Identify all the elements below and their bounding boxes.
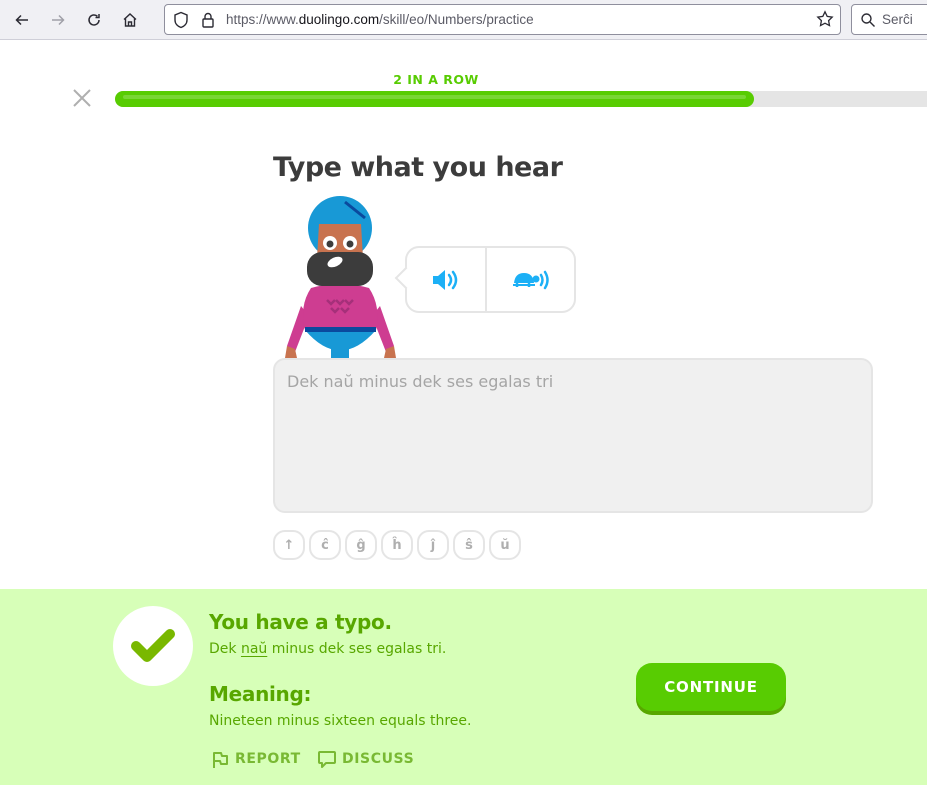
meaning-label: Meaning:	[209, 682, 312, 706]
audio-bubble	[394, 246, 576, 313]
turtle-icon	[512, 270, 549, 289]
play-audio-button[interactable]	[407, 248, 485, 311]
challenge-title: Type what you hear	[273, 152, 563, 183]
url-bar[interactable]: https://www.duolingo.com/skill/eo/Number…	[164, 4, 841, 35]
browser-toolbar: https://www.duolingo.com/skill/eo/Number…	[0, 0, 927, 40]
typo-highlight: naŭ	[240, 641, 268, 657]
key-g-circumflex[interactable]: ĝ	[345, 530, 377, 560]
search-bar[interactable]: Serĉi	[851, 4, 927, 35]
feedback-panel: You have a typo. Dek naŭ minus dek ses e…	[0, 589, 927, 785]
url-text[interactable]: https://www.duolingo.com/skill/eo/Number…	[226, 12, 534, 27]
key-s-circumflex[interactable]: ŝ	[453, 530, 485, 560]
arrow-left-icon	[15, 14, 28, 26]
flag-icon	[213, 752, 228, 768]
reload-icon	[88, 14, 100, 26]
lesson-progress-bar	[115, 91, 927, 107]
url-path: /skill/eo/Numbers/practice	[379, 12, 534, 27]
progress-highlight	[123, 95, 746, 99]
search-icon	[861, 13, 875, 27]
reload-button[interactable]	[82, 8, 106, 32]
character-illustration	[285, 196, 396, 358]
home-button[interactable]	[118, 8, 142, 32]
url-domain: duolingo.com	[298, 12, 380, 27]
correct-badge	[113, 606, 193, 686]
key-j-circumflex[interactable]: ĵ	[417, 530, 449, 560]
special-characters-bar: ↑ ĉ ĝ ĥ ĵ ŝ ŭ	[273, 530, 521, 560]
url-prefix: https://www.	[226, 12, 299, 27]
back-button[interactable]	[10, 8, 34, 32]
correction-after: minus dek ses egalas tri.	[267, 641, 447, 657]
lesson-progress-fill	[115, 91, 754, 107]
streak-label: 2 IN A ROW	[393, 72, 479, 87]
shield-icon[interactable]	[173, 11, 189, 29]
meaning-text: Nineteen minus sixteen equals three.	[209, 713, 472, 729]
report-label: REPORT	[235, 751, 301, 767]
continue-button[interactable]: CONTINUE	[636, 663, 786, 711]
arrow-right-icon	[52, 14, 65, 26]
search-placeholder: Serĉi	[882, 12, 913, 27]
answer-textarea[interactable]	[273, 358, 873, 513]
bookmark-star-icon[interactable]	[816, 10, 834, 28]
feedback-title: You have a typo.	[209, 610, 392, 634]
report-button[interactable]: REPORT	[210, 749, 301, 769]
close-icon	[73, 89, 91, 107]
correct-answer: Dek naŭ minus dek ses egalas tri.	[209, 641, 446, 657]
discuss-button[interactable]: DISCUSS	[317, 749, 414, 769]
key-c-circumflex[interactable]: ĉ	[309, 530, 341, 560]
home-icon	[123, 13, 137, 27]
speaker-icon	[433, 269, 458, 290]
lock-icon[interactable]	[201, 11, 215, 29]
close-lesson-button[interactable]	[70, 86, 94, 110]
speech-bubble-icon	[318, 751, 336, 768]
discuss-label: DISCUSS	[342, 751, 415, 767]
key-h-circumflex[interactable]: ĥ	[381, 530, 413, 560]
checkmark-icon	[131, 629, 175, 662]
play-slow-audio-button[interactable]	[487, 248, 574, 311]
correction-before: Dek	[209, 641, 241, 657]
key-shift[interactable]: ↑	[273, 530, 305, 560]
key-u-breve[interactable]: ŭ	[489, 530, 521, 560]
forward-button[interactable]	[46, 8, 70, 32]
